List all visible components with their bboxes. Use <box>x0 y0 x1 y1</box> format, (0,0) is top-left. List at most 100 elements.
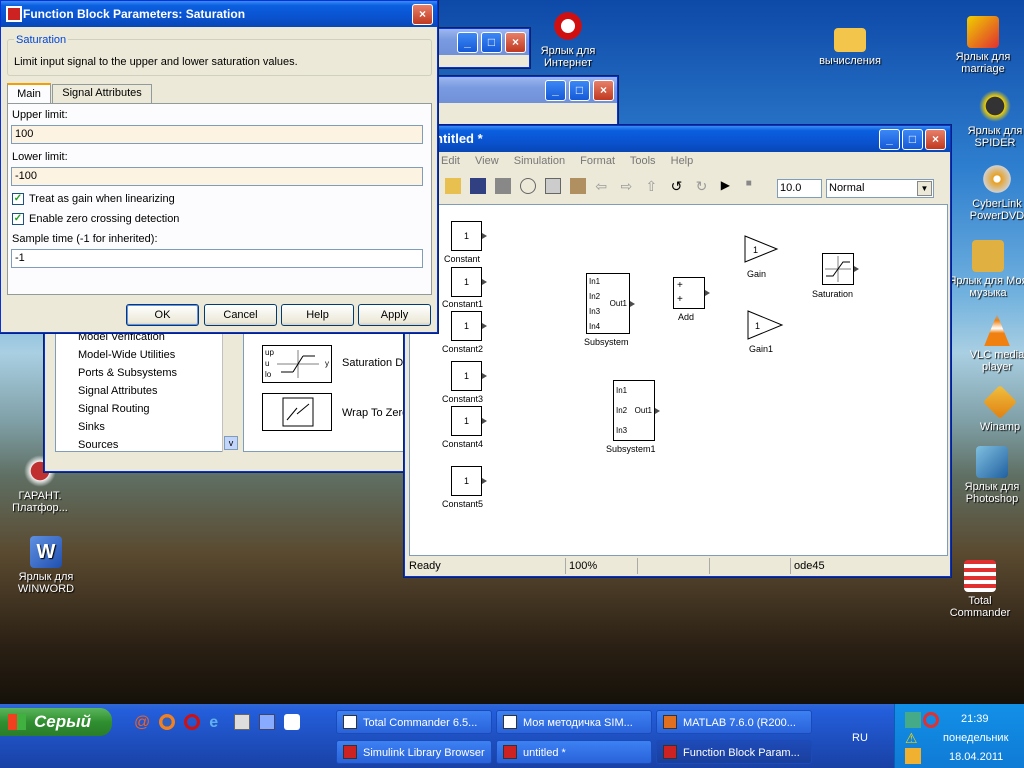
stop-icon[interactable]: ■ <box>746 178 762 194</box>
library-tree-panel[interactable]: Model Verification Model-Wide Utilities … <box>55 331 238 452</box>
constant-block[interactable]: 1 <box>451 267 487 297</box>
subsystem1-block[interactable]: In1 In2 In3 Out1 <box>613 380 660 441</box>
desktop-icon-marriage[interactable]: Ярлык для marriage <box>943 16 1023 75</box>
cancel-button[interactable]: Cancel <box>204 304 277 326</box>
constant-block[interactable]: 1 <box>451 221 487 251</box>
sim-mode-select[interactable]: Normal ▼ <box>826 179 934 198</box>
cut-icon[interactable] <box>520 178 537 194</box>
linearize-checkbox[interactable]: ✓ <box>12 193 24 205</box>
tree-item[interactable]: Signal Routing <box>78 403 150 415</box>
constant-block[interactable]: 1 <box>451 311 487 341</box>
maximize-button[interactable]: □ <box>569 80 590 101</box>
help-button[interactable]: Help <box>281 304 354 326</box>
desktop-icon-photoshop[interactable]: Ярлык для Photoshop <box>952 446 1024 505</box>
desktop-icon-powerdvd[interactable]: CyberLink PowerDVD <box>957 163 1024 222</box>
upper-limit-field[interactable]: 100 <box>11 125 423 144</box>
print-icon[interactable] <box>495 178 512 194</box>
saturation-dynamic-block[interactable]: up u lo y <box>262 345 332 383</box>
add-block[interactable]: + + <box>673 277 710 309</box>
constant-block[interactable]: 1 <box>451 406 487 436</box>
menu-format[interactable]: Format <box>580 155 615 167</box>
task-untitled[interactable]: untitled * <box>496 740 652 764</box>
tree-item[interactable]: Ports & Subsystems <box>78 367 177 379</box>
language-indicator[interactable]: RU <box>852 732 868 744</box>
chevron-down-icon[interactable]: v <box>224 436 238 450</box>
save-icon[interactable] <box>470 178 487 194</box>
task-total-commander[interactable]: Total Commander 6.5... <box>336 710 492 734</box>
maximize-button[interactable]: □ <box>902 129 923 150</box>
desktop-icon-opera[interactable]: Ярлык для Интернет <box>528 10 608 69</box>
redo-icon[interactable]: ↻ <box>696 178 712 194</box>
close-button[interactable]: × <box>412 4 433 25</box>
model-titlebar[interactable]: ntitled * <box>405 126 950 152</box>
tree-item[interactable]: Signal Attributes <box>78 385 158 397</box>
menu-tools[interactable]: Tools <box>630 155 656 167</box>
menu-view[interactable]: View <box>475 155 499 167</box>
open-icon[interactable] <box>445 178 461 194</box>
copy-icon[interactable] <box>545 178 562 194</box>
tree-item[interactable]: Model-Wide Utilities <box>78 349 175 361</box>
tree-item[interactable]: Sources <box>78 439 118 451</box>
close-button[interactable]: × <box>925 129 946 150</box>
gain-block[interactable]: 1 <box>743 234 783 266</box>
tab-main[interactable]: Main <box>7 83 51 104</box>
chat-icon[interactable] <box>284 714 301 730</box>
desktop-icon-spider[interactable]: Ярлык для SPIDER <box>955 90 1024 149</box>
constant-block[interactable]: 1 <box>451 361 487 391</box>
menu-edit[interactable]: Edit <box>441 155 460 167</box>
sample-time-field[interactable]: -1 <box>11 249 423 268</box>
tree-item[interactable]: Sinks <box>78 421 105 433</box>
desktop-icon-word[interactable]: W Ярлык для WINWORD <box>6 536 86 595</box>
clock-time[interactable]: 21:39 <box>961 713 989 725</box>
subsystem-block[interactable]: In1 In2 In3 In4 Out1 <box>586 273 635 334</box>
doc-icon[interactable] <box>234 714 251 730</box>
ok-button[interactable]: OK <box>126 304 199 326</box>
undo-icon[interactable]: ↺ <box>671 178 687 194</box>
menu-simulation[interactable]: Simulation <box>514 155 565 167</box>
warning-icon[interactable]: ⚠ <box>905 730 921 746</box>
menu-help[interactable]: Help <box>671 155 694 167</box>
tree-scrollbar[interactable]: v <box>222 332 238 452</box>
email-icon[interactable]: @ <box>134 714 150 731</box>
desktop-icon-folder[interactable]: вычисления <box>810 22 890 67</box>
constant-block[interactable]: 1 <box>451 466 487 496</box>
back-icon[interactable]: ⇦ <box>595 178 611 194</box>
paste-icon[interactable] <box>570 178 587 194</box>
wrap-to-zero-block[interactable] <box>262 393 332 431</box>
calc-icon[interactable] <box>259 714 276 730</box>
minimize-button[interactable]: _ <box>457 32 478 53</box>
lower-limit-field[interactable]: -100 <box>11 167 423 186</box>
close-button[interactable]: × <box>505 32 526 53</box>
minimize-button[interactable]: _ <box>879 129 900 150</box>
stop-time-input[interactable]: 10.0 <box>777 179 822 198</box>
minimize-button[interactable]: _ <box>545 80 566 101</box>
ie-icon[interactable]: e <box>209 714 225 731</box>
dialog-titlebar[interactable]: Function Block Parameters: Saturation <box>1 1 437 27</box>
task-library-browser[interactable]: Simulink Library Browser <box>336 740 492 764</box>
close-button[interactable]: × <box>593 80 614 101</box>
firefox-icon[interactable] <box>159 714 176 730</box>
play-icon[interactable]: ▶ <box>721 178 737 194</box>
saturation-block[interactable] <box>822 253 859 285</box>
network-icon[interactable] <box>905 712 921 728</box>
zero-crossing-checkbox[interactable]: ✓ <box>12 213 24 225</box>
desktop-icon-winamp[interactable]: Winamp <box>960 385 1024 433</box>
desktop-icon-music[interactable]: Ярлык для Моя музыка <box>948 240 1024 299</box>
maximize-button[interactable]: □ <box>481 32 502 53</box>
opera-icon[interactable] <box>184 714 201 730</box>
desktop-icon-vlc[interactable]: VLC media player <box>957 314 1024 373</box>
gain1-block[interactable]: 1 <box>746 309 786 343</box>
tab-signal-attributes[interactable]: Signal Attributes <box>52 84 152 103</box>
task-matlab[interactable]: MATLAB 7.6.0 (R200... <box>656 710 812 734</box>
up-icon[interactable]: ⇧ <box>646 178 662 194</box>
task-block-params[interactable]: Function Block Param... <box>656 740 812 764</box>
desktop-icon-totalcmd[interactable]: Total Commander <box>940 560 1020 619</box>
block-parameters-dialog[interactable]: Function Block Parameters: Saturation × … <box>0 0 438 333</box>
forward-icon[interactable]: ⇨ <box>620 178 636 194</box>
task-word-doc[interactable]: Моя методичка SIM... <box>496 710 652 734</box>
start-button[interactable]: Серый <box>0 708 112 736</box>
model-window[interactable]: ntitled * _ □ × Edit View Simulation For… <box>404 125 951 577</box>
chevron-down-icon[interactable]: ▼ <box>917 181 932 196</box>
antivirus-icon[interactable] <box>923 712 939 728</box>
model-canvas[interactable]: 1 Constant 1 Constant1 1 Constant2 1 Con… <box>409 204 948 556</box>
